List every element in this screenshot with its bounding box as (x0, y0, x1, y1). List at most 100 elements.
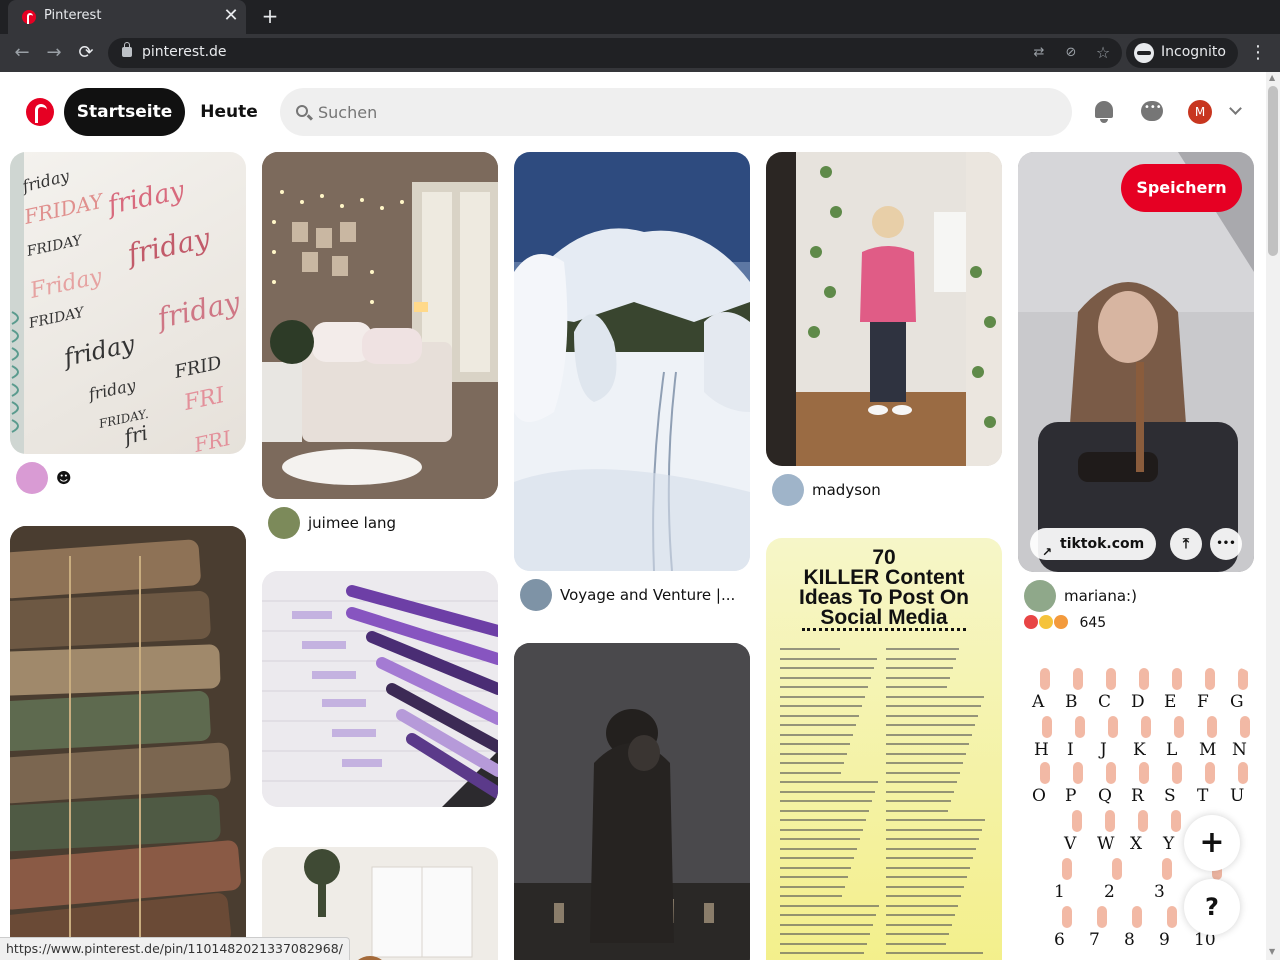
link-status-bar: https://www.pinterest.de/pin/11014820213… (0, 937, 350, 960)
poster-list-line (780, 885, 845, 888)
help-button[interactable]: ? (1184, 879, 1240, 935)
poster-list-line (780, 895, 842, 897)
nav-today-button[interactable]: Heute (190, 88, 268, 136)
close-tab-icon[interactable]: ✕ (222, 7, 240, 25)
poster-list-line (780, 686, 868, 688)
poster-list-line (780, 819, 866, 821)
poster-list-line (886, 942, 946, 945)
poster-list-line (886, 705, 981, 707)
chevron-down-icon[interactable] (1228, 103, 1242, 117)
alphabet-letter: Q (1098, 786, 1112, 806)
profile-avatar[interactable]: M (1188, 100, 1212, 124)
hand-sign-icon (1040, 762, 1050, 784)
alphabet-letter: 6 (1054, 930, 1065, 950)
lock-icon[interactable] (122, 42, 132, 57)
scrollbar-thumb[interactable] (1268, 86, 1278, 256)
tracking-blocked-eye-icon[interactable]: ⊘ (1062, 44, 1080, 62)
poster-list-line (780, 942, 867, 945)
share-button[interactable]: ⤒ (1170, 528, 1202, 560)
forward-button[interactable]: → (42, 41, 66, 65)
more-options-button[interactable]: ••• (1210, 528, 1242, 560)
poster-list-line (886, 952, 983, 954)
poster-list-line (886, 933, 949, 935)
pin-purple-pens[interactable] (262, 571, 498, 807)
poster-list-line (780, 743, 850, 745)
source-link-button[interactable]: ↗ tiktok.com (1030, 528, 1157, 560)
poster-title: 70 KILLER Content Ideas To Post On Socia… (766, 547, 1002, 628)
poster-list-line (780, 952, 864, 954)
hand-sign-icon (1097, 906, 1107, 928)
hand-sign-icon (1139, 762, 1149, 784)
scroll-up-arrow-icon[interactable]: ▲ (1269, 74, 1277, 82)
author-avatar[interactable] (520, 579, 552, 611)
pin-tiktok-hair-video[interactable]: Speichern ↗ tiktok.com ⤒ ••• (1018, 152, 1254, 572)
new-tab-button[interactable]: + (260, 6, 280, 26)
bookmark-star-icon[interactable]: ☆ (1094, 44, 1112, 62)
alphabet-letter: U (1230, 786, 1245, 806)
alphabet-letter: C (1098, 692, 1112, 712)
alphabet-letter: 1 (1054, 882, 1065, 902)
pinterest-logo-icon[interactable] (26, 98, 54, 126)
add-pin-button[interactable]: + (1184, 815, 1240, 871)
svg-text:friday: friday (103, 175, 187, 221)
poster-list-line (886, 752, 966, 755)
pin-vintage-books[interactable] (10, 526, 246, 960)
browser-tab[interactable]: Pinterest ✕ (8, 0, 246, 34)
messages-chat-icon[interactable] (1140, 100, 1164, 124)
url-text[interactable]: pinterest.de (142, 44, 227, 60)
notifications-bell-icon[interactable] (1092, 100, 1116, 124)
pin-image: friday FRIDAY friday FRIDAY friday Frida… (10, 152, 244, 454)
hand-sign-icon (1139, 668, 1149, 690)
reload-button[interactable]: ⟳ (74, 41, 98, 65)
poster-list-line (780, 923, 873, 926)
nav-home-button[interactable]: Startseite (64, 88, 185, 136)
author-avatar[interactable] (772, 474, 804, 506)
search-input[interactable] (318, 88, 1058, 136)
browser-tabstrip: Pinterest ✕ + (0, 0, 1280, 34)
author-avatar[interactable] (268, 507, 300, 539)
svg-text:FRID: FRID (172, 352, 224, 383)
page-scrollbar[interactable]: ▲ ▼ (1266, 72, 1280, 960)
back-button[interactable]: ← (10, 41, 34, 65)
poster-list-line (886, 885, 964, 888)
author-name[interactable]: mariana:) (1064, 587, 1137, 605)
poster-list-line (886, 771, 960, 774)
poster-list-line (780, 933, 870, 935)
poster-list-line (780, 781, 878, 783)
author-name[interactable]: madyson (812, 481, 881, 499)
pin-cozy-bedroom[interactable] (262, 152, 498, 499)
alphabet-letter: G (1230, 692, 1244, 712)
scroll-down-arrow-icon[interactable]: ▼ (1269, 948, 1277, 956)
browser-menu-icon[interactable]: ⋮ (1248, 41, 1268, 65)
alphabet-letter: E (1164, 692, 1177, 712)
poster-list-line (886, 790, 954, 793)
address-bar[interactable]: pinterest.de ⇄ ⊘ ☆ (108, 38, 1122, 68)
search-bar[interactable] (280, 88, 1072, 136)
poster-list-line (886, 838, 979, 840)
incognito-indicator[interactable]: Incognito (1126, 38, 1238, 68)
hand-sign-icon (1167, 906, 1177, 928)
hand-sign-icon (1062, 858, 1072, 880)
poster-list-line (886, 828, 982, 831)
pin-friday-lettering[interactable]: friday FRIDAY friday FRIDAY friday Frida… (10, 152, 246, 454)
alphabet-letter: V (1064, 834, 1077, 854)
alphabet-letter: Y (1163, 834, 1175, 854)
pin-snow-landscape[interactable] (514, 152, 750, 571)
author-name[interactable]: Voyage and Venture |... (560, 586, 735, 604)
author-avatar[interactable] (1024, 580, 1056, 612)
hand-sign-icon (1172, 762, 1182, 784)
pin-content-ideas-poster[interactable]: 70 KILLER Content Ideas To Post On Socia… (766, 538, 1002, 960)
hand-sign-icon (1106, 668, 1116, 690)
poster-list-line (886, 800, 951, 802)
author-name[interactable]: juimee lang (308, 514, 396, 532)
alphabet-letter: O (1032, 786, 1046, 806)
hand-sign-icon (1040, 668, 1050, 690)
author-avatar[interactable] (16, 462, 48, 494)
reactions[interactable]: 645 (1024, 615, 1106, 635)
poster-list-line (886, 904, 958, 907)
author-name[interactable]: ☻ (56, 469, 72, 487)
save-button[interactable]: Speichern (1121, 164, 1242, 212)
pin-mirror-selfie[interactable] (766, 152, 1002, 466)
translate-icon[interactable]: ⇄ (1030, 44, 1048, 62)
pin-night-couple[interactable] (514, 643, 750, 960)
